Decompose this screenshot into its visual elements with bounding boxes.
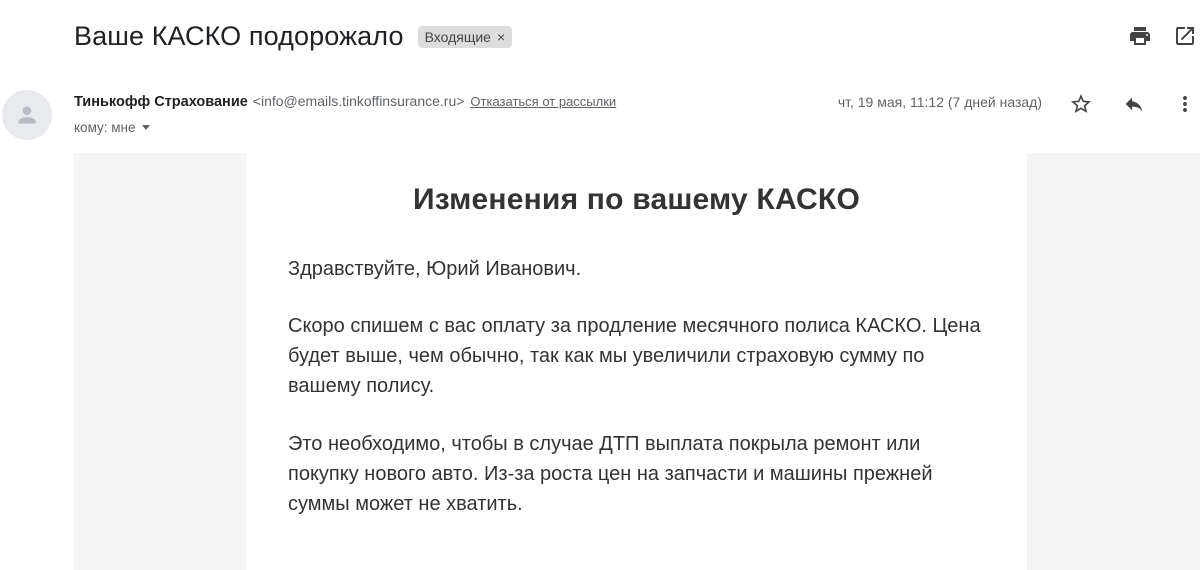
more-vert-icon[interactable] — [1173, 92, 1197, 116]
sender-name[interactable]: Тинькофф Страхование — [74, 94, 248, 110]
recipients-toggle[interactable]: кому: мне — [74, 120, 150, 135]
person-icon — [18, 106, 36, 124]
greeting-text: Здравствуйте, Юрий Иванович. — [288, 258, 582, 280]
sender-email: <info@emails.tinkoffinsurance.ru> — [252, 93, 465, 109]
star-icon[interactable] — [1069, 92, 1093, 116]
print-icon[interactable] — [1128, 24, 1152, 48]
body-paragraph-1: Скоро спишем с вас оплату за продление м… — [288, 315, 981, 397]
remove-label-button[interactable]: × — [497, 29, 505, 45]
reply-icon[interactable] — [1122, 92, 1146, 116]
inbox-label-text: Входящие — [424, 29, 491, 45]
email-subject: Ваше КАСКО подорожало — [74, 20, 404, 51]
chevron-down-icon — [141, 125, 150, 130]
body-paragraph-2: Это необходимо, чтобы в случае ДТП выпла… — [288, 433, 933, 515]
recipients-label: кому: мне — [74, 120, 136, 135]
email-heading: Изменения по вашему КАСКО — [413, 183, 860, 216]
sender-avatar[interactable] — [2, 90, 52, 140]
inbox-label-chip[interactable]: Входящие × — [417, 26, 513, 48]
subject-row: Ваше КАСКО подорожало Входящие × — [74, 18, 513, 54]
open-in-new-window-icon[interactable] — [1173, 24, 1197, 48]
email-date: чт, 19 мая, 11:12 (7 дней назад) — [837, 94, 1042, 110]
unsubscribe-link[interactable]: Отказаться от рассылки — [470, 94, 616, 109]
sender-row: Тинькофф Страхование <info@emails.tinkof… — [74, 93, 616, 113]
